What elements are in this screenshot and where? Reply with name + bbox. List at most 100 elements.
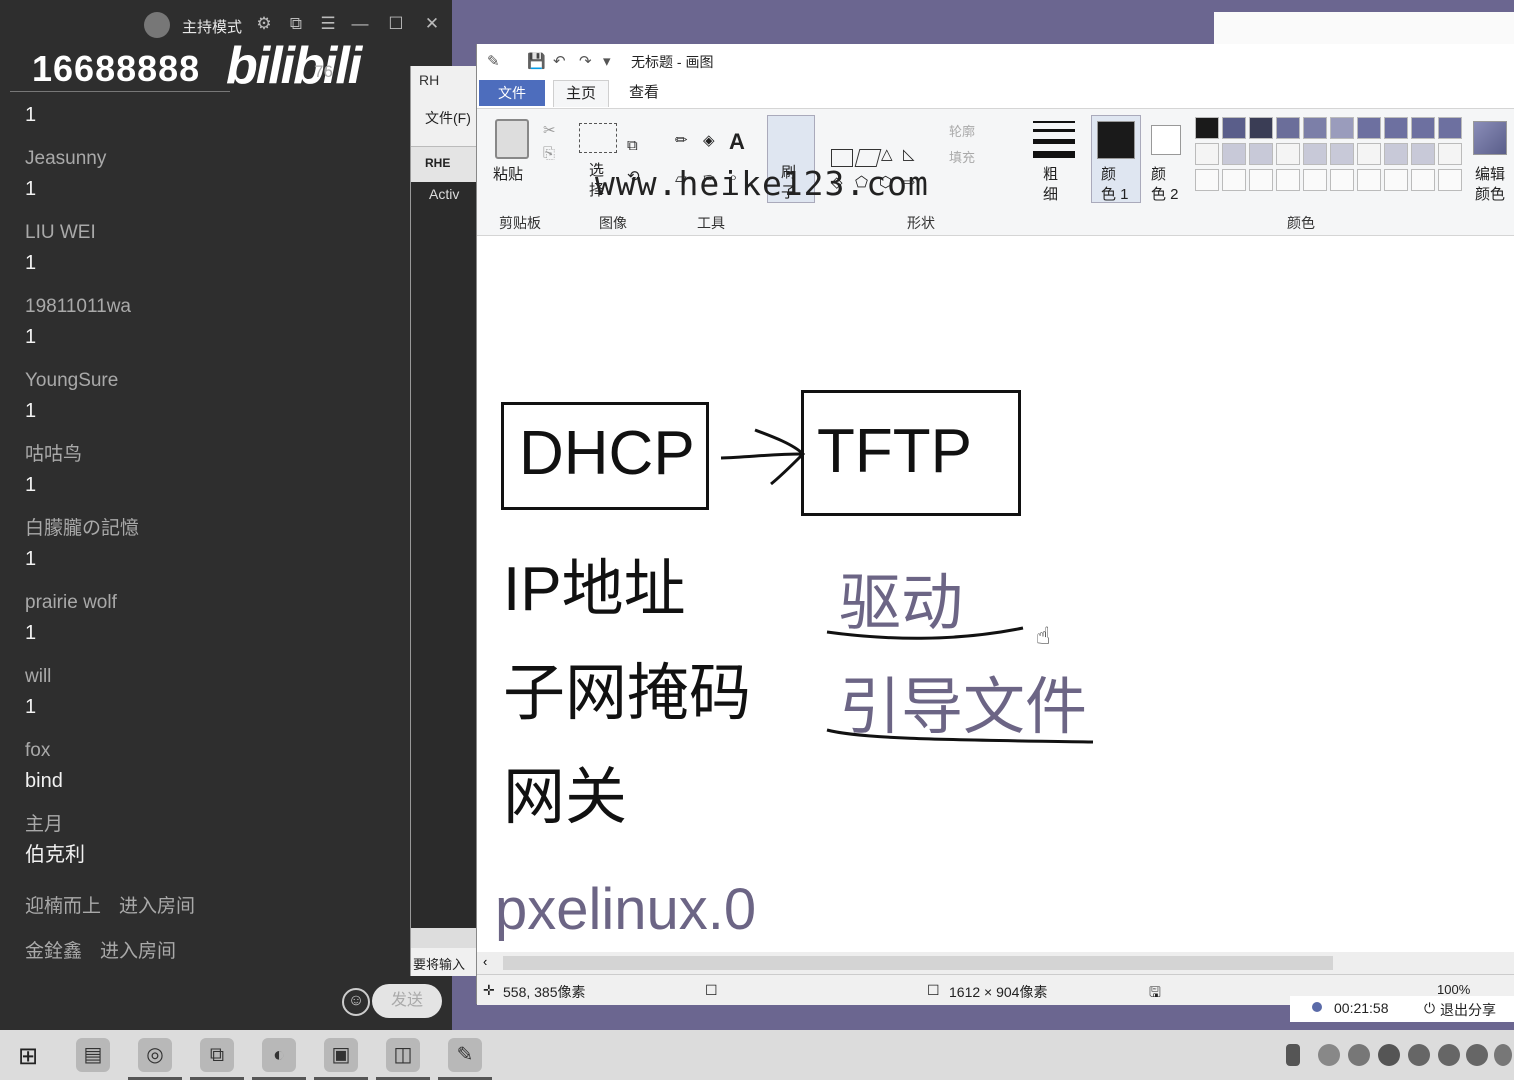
right-triangle-shape-icon[interactable]: ◺ [903,145,915,163]
tray-icon-3[interactable] [1378,1044,1400,1066]
palette-swatch[interactable] [1384,143,1408,165]
palette-swatch[interactable] [1222,143,1246,165]
palette-swatch[interactable] [1330,169,1354,191]
palette-swatch[interactable] [1438,117,1462,139]
chat-username[interactable]: LIU WEI [25,218,425,248]
size-button[interactable]: 粗 细 [1043,165,1058,205]
color1-swatch[interactable] [1097,121,1135,159]
chat-username[interactable]: 白朦朧の記憶 [25,514,425,544]
redo-icon[interactable]: ↷ [579,52,592,70]
edit-colors-button[interactable]: 编辑 颜色 [1475,165,1505,205]
fill-bucket-icon[interactable]: ◈ [703,131,715,149]
paint-app-taskbar-icon[interactable]: ✎ [438,1038,492,1080]
scrollbar-thumb[interactable] [503,956,1333,970]
palette-swatch[interactable] [1411,117,1435,139]
copy-icon[interactable]: ⎘ [543,145,555,162]
palette-swatch[interactable] [1303,143,1327,165]
emoji-icon[interactable]: ☺ [342,988,370,1016]
edit-colors-icon[interactable] [1473,121,1507,155]
tray-icon-4[interactable] [1494,1044,1512,1066]
chat-username[interactable]: will [25,662,425,692]
tray-icon-1[interactable] [1318,1044,1340,1066]
tab-view[interactable]: 查看 [617,80,671,106]
clipboard-icon[interactable] [495,119,529,159]
chat-username[interactable]: YoungSure [25,366,425,396]
chat-username[interactable]: fox [25,736,425,766]
exit-share-button[interactable]: 退出分享 [1440,1000,1496,1020]
drawing-canvas[interactable]: DHCP TFTP IP地址 子网掩码 网关 驱动 引导文件 pxelinux.… [481,238,1514,952]
vm-menu-file[interactable]: 文件(F) [425,108,471,128]
pencil-icon[interactable]: ✏ [675,131,688,149]
palette-swatch[interactable] [1384,117,1408,139]
palette-swatch[interactable] [1195,169,1219,191]
tab-file[interactable]: 文件 [479,80,545,106]
palette-swatch[interactable] [1438,143,1462,165]
palette-swatch[interactable] [1357,169,1381,191]
close-icon[interactable]: ✕ [422,14,442,34]
palette-swatch[interactable] [1222,169,1246,191]
paste-button[interactable]: 粘贴 [493,163,523,184]
video-app-icon[interactable]: ▣ [314,1038,368,1080]
palette-swatch[interactable] [1411,143,1435,165]
windows-start-icon[interactable]: ⊞ [18,1042,38,1071]
horizontal-scrollbar[interactable]: ‹ [477,952,1514,974]
vm-console[interactable] [411,182,479,932]
settings-icon[interactable]: ⚙ [254,14,274,34]
microphone-icon[interactable] [1286,1044,1300,1066]
vm-tab[interactable]: RHE [425,156,450,170]
host-mode-label[interactable]: 主持模式 [182,16,242,37]
palette-swatch[interactable] [1438,169,1462,191]
palette-swatch[interactable] [1303,117,1327,139]
popout-icon[interactable]: ⧉ [286,14,306,34]
tray-icon-2[interactable] [1348,1044,1370,1066]
send-button[interactable]: 发送 [372,984,442,1018]
outline-button[interactable]: 轮廓 [949,121,975,140]
palette-swatch[interactable] [1384,169,1408,191]
palette-swatch[interactable] [1276,169,1300,191]
triangle-shape-icon[interactable]: △ [881,145,893,163]
palette-swatch[interactable] [1357,143,1381,165]
save-icon[interactable]: 💾 [527,52,546,70]
app-icon[interactable]: ◐ [252,1038,306,1080]
palette-swatch[interactable] [1249,169,1273,191]
palette-swatch[interactable] [1330,117,1354,139]
qq-icon[interactable] [1408,1044,1430,1066]
maximize-icon[interactable]: ☐ [386,14,406,34]
power-icon[interactable]: ⏻ [1424,1000,1435,1017]
vm-app-icon[interactable]: ◫ [376,1038,430,1080]
crop-icon[interactable]: ⧉ [627,137,638,154]
multi-window-icon[interactable]: ⧉ [190,1038,244,1080]
select-icon[interactable] [579,123,617,153]
qat-dropdown-icon[interactable]: ▾ [603,52,611,70]
color1-button[interactable]: 颜 色 1 [1101,165,1129,205]
file-explorer-icon[interactable]: ▤ [76,1038,110,1072]
paint-app-icon[interactable]: ✎ [487,52,500,70]
chat-username[interactable]: prairie wolf [25,588,425,618]
palette-swatch[interactable] [1195,117,1219,139]
minimize-icon[interactable]: — [350,14,370,34]
undo-icon[interactable]: ↶ [553,52,566,70]
palette-swatch[interactable] [1249,143,1273,165]
palette-swatch[interactable] [1249,117,1273,139]
chat-username[interactable]: 咕咕鸟 [25,440,425,470]
fill-button[interactable]: 填充 [949,147,975,166]
chat-username[interactable]: Jeasunny [25,144,425,174]
palette-swatch[interactable] [1276,143,1300,165]
palette-swatch[interactable] [1222,117,1246,139]
palette-swatch[interactable] [1195,143,1219,165]
tab-home[interactable]: 主页 [553,80,610,107]
qq-icon-2[interactable] [1438,1044,1460,1066]
system-username[interactable]: 金銓鑫 [25,941,82,962]
palette-swatch[interactable] [1330,143,1354,165]
palette-swatch[interactable] [1411,169,1435,191]
text-icon[interactable]: A [729,129,745,155]
browser-icon[interactable]: ◎ [128,1038,182,1080]
palette-swatch[interactable] [1303,169,1327,191]
chat-username[interactable]: 主月 [25,810,425,840]
scroll-left-icon[interactable]: ‹ [483,954,487,969]
palette-swatch[interactable] [1357,117,1381,139]
qq-icon-3[interactable] [1466,1044,1488,1066]
color2-button[interactable]: 颜 色 2 [1151,165,1179,205]
cut-icon[interactable]: ✂ [543,121,556,139]
menu-icon[interactable]: ☰ [318,14,338,34]
